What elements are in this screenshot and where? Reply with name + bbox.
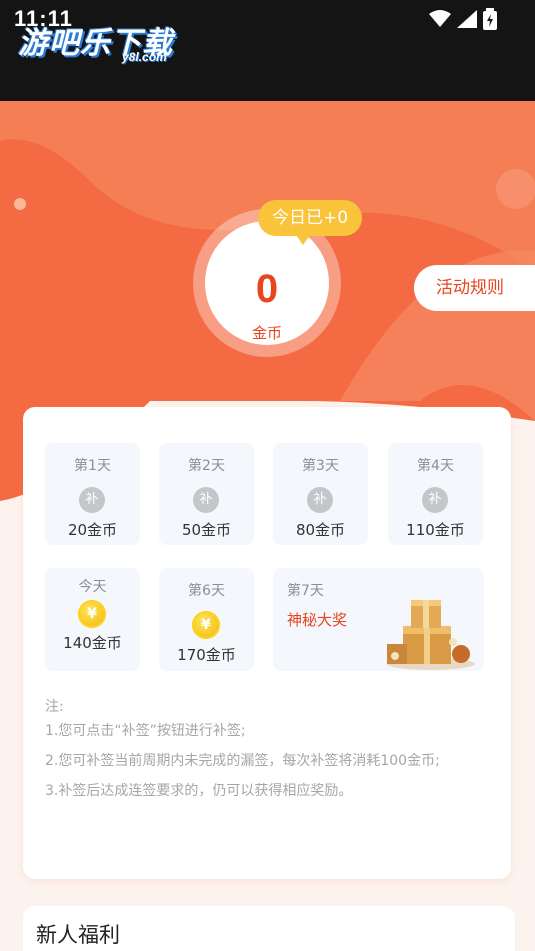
today-earned-badge: 今日已+0	[258, 200, 362, 245]
newbie-benefits-card: 新人福利	[23, 906, 515, 951]
newbie-benefits-title: 新人福利	[36, 923, 120, 947]
note-item: 3.补签后达成连签要求的，仍可以获得相应奖励。	[45, 783, 353, 799]
day-card-1[interactable]: 第1天 补 20金币	[45, 443, 140, 545]
day-title: 第2天	[188, 458, 225, 474]
day-title: 第1天	[74, 458, 111, 474]
day-card-6[interactable]: 第6天 ¥ 170金币	[159, 568, 254, 671]
coins-value: 0	[255, 267, 279, 311]
bu-icon[interactable]: 补	[422, 487, 448, 513]
notes-section: 注: 1.您可点击“补签”按钮进行补签; 2.您可补签当前周期内未完成的漏签，每…	[45, 695, 491, 809]
day-card-today[interactable]: 今天 ¥ 140金币	[45, 568, 140, 671]
day-title: 第6天	[188, 583, 225, 599]
wifi-icon	[429, 10, 451, 27]
coins-unit: 金币	[251, 324, 282, 342]
day-coins: 50金币	[181, 521, 232, 539]
watermark-site: y8l.com	[122, 50, 167, 64]
day-card-7[interactable]: 第7天 神秘大奖	[273, 568, 484, 671]
day-coins: 20金币	[67, 521, 118, 539]
system-icons	[429, 8, 497, 30]
signal-icon	[457, 10, 477, 28]
day-title: 第4天	[417, 458, 454, 474]
gold-coin-icon: ¥	[78, 600, 106, 628]
day-card-4[interactable]: 第4天 补 110金币	[388, 443, 483, 545]
day-card-3[interactable]: 第3天 补 80金币	[273, 443, 368, 545]
checkin-card: 第1天 补 20金币 第2天 补 50金币 第3天 补 80金币 第4天 补 1…	[23, 407, 511, 879]
note-item: 2.您可补签当前周期内未完成的漏签，每次补签将消耗100金币;	[45, 753, 440, 769]
day-title: 今天	[78, 579, 107, 595]
watermark-logo: 游吧乐下载 y8l.com	[18, 18, 173, 64]
note-item: 1.您可点击“补签”按钮进行补签;	[45, 723, 246, 739]
bu-icon[interactable]: 补	[79, 487, 105, 513]
day-coins: 80金币	[295, 521, 346, 539]
gift-boxes-icon	[387, 600, 475, 670]
mystery-prize-label: 神秘大奖	[287, 611, 348, 629]
status-bar: 11:11 游吧乐下载 y8l.com	[0, 0, 535, 101]
day-card-2[interactable]: 第2天 补 50金币	[159, 443, 254, 545]
day-title: 第3天	[302, 458, 339, 474]
battery-icon	[483, 8, 497, 30]
bu-icon[interactable]: 补	[193, 487, 219, 513]
day-coins: 140金币	[63, 634, 122, 652]
coins-inner: 0 金币	[205, 221, 329, 345]
day-title: 第7天	[287, 583, 324, 599]
gold-coin-icon: ¥	[192, 611, 220, 639]
activity-rules-button[interactable]: 活动规则	[414, 265, 535, 311]
day-coins: 170金币	[177, 646, 236, 664]
bu-icon[interactable]: 补	[307, 487, 333, 513]
day-coins: 110金币	[406, 521, 465, 539]
notes-heading: 注:	[45, 699, 64, 715]
